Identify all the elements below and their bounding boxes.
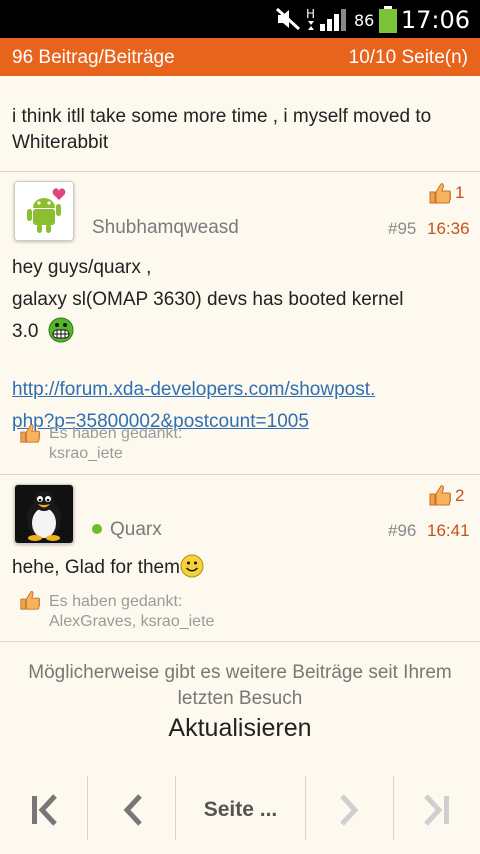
refresh-button[interactable]: Aktualisieren xyxy=(0,714,480,743)
like-thumb-icon[interactable] xyxy=(428,483,452,507)
thanks-thumb-icon xyxy=(20,591,41,610)
first-page-button[interactable] xyxy=(0,776,87,844)
post-body-line-text: 3.0 xyxy=(12,321,39,342)
post-body-line: hey guys/quarx , xyxy=(12,257,152,278)
post-number[interactable]: #96 xyxy=(388,521,416,541)
divider xyxy=(0,474,480,475)
android-avatar-icon xyxy=(15,182,73,240)
post-body: hehe, Glad for them xyxy=(12,552,468,584)
page-navigation: Seite ... xyxy=(0,776,480,844)
like-thumb-icon[interactable] xyxy=(428,181,452,205)
thanks-thumb-icon xyxy=(20,424,41,443)
page-select-button[interactable]: Seite ... xyxy=(176,776,305,844)
post-body: hey guys/quarx , galaxy sl(OMAP 3630) de… xyxy=(12,252,468,438)
smile-smiley-icon xyxy=(180,554,204,578)
first-page-icon xyxy=(31,794,57,826)
battery-percent: 86 xyxy=(354,11,375,30)
username[interactable]: Quarx xyxy=(110,519,162,541)
thanks-users[interactable]: ksrao_iete xyxy=(49,444,123,464)
post-number[interactable]: #95 xyxy=(388,219,416,239)
like-count: 2 xyxy=(455,486,465,505)
page-info[interactable]: 10/10 Seite(n) xyxy=(349,47,468,69)
post-body-text: hehe, Glad for them xyxy=(12,557,180,578)
post-time: 16:36 xyxy=(427,219,470,238)
last-page-icon xyxy=(424,794,449,826)
previous-post-text: i think itll take some more time , i mys… xyxy=(12,106,432,153)
next-page-button xyxy=(306,776,393,844)
last-page-button xyxy=(394,776,480,844)
chevron-right-icon xyxy=(339,794,358,826)
battery-icon xyxy=(379,6,397,33)
online-status-icon xyxy=(92,524,102,534)
svg-text:H: H xyxy=(306,7,315,21)
tux-avatar-icon xyxy=(15,485,73,543)
signal-icon: H xyxy=(306,7,346,31)
thanks-users[interactable]: AlexGraves, ksrao_iete xyxy=(49,612,214,632)
avatar[interactable] xyxy=(14,484,74,544)
post-time: 16:41 xyxy=(427,521,470,540)
divider xyxy=(0,641,480,642)
thanks-label: Es haben gedankt: xyxy=(49,593,183,610)
grin-smiley-icon xyxy=(48,317,74,343)
avatar[interactable] xyxy=(14,181,74,241)
thanks-label: Es haben gedankt: xyxy=(49,425,183,442)
post-body-line: 3.0 xyxy=(12,316,468,348)
post-count: 96 Beitrag/Beiträge xyxy=(12,47,175,68)
post-link-line[interactable]: http://forum.xda-developers.com/showpost… xyxy=(12,374,468,406)
thread-header-bar: 96 Beitrag/Beiträge 10/10 Seite(n) xyxy=(0,38,480,76)
post-body-line: galaxy sl(OMAP 3630) devs has booted ker… xyxy=(12,289,404,310)
divider xyxy=(0,171,480,172)
new-posts-notice: Möglicherweise gibt es weitere Beiträge … xyxy=(28,662,452,709)
username[interactable]: Shubhamqweasd xyxy=(92,217,239,239)
clock: 17:06 xyxy=(400,6,470,34)
status-bar: H 86 17:06 xyxy=(0,0,480,38)
previous-page-button[interactable] xyxy=(88,776,175,844)
page-select-label: Seite ... xyxy=(203,798,278,821)
like-count: 1 xyxy=(455,183,465,202)
mute-icon xyxy=(275,7,301,31)
chevron-left-icon xyxy=(123,794,142,826)
